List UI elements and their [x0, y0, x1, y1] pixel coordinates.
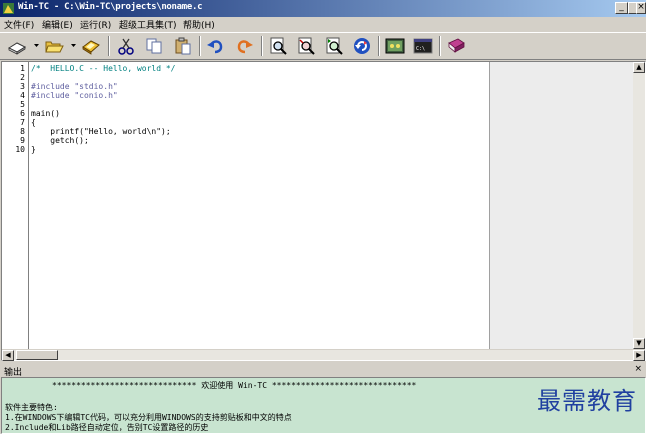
app-icon	[2, 2, 15, 15]
toolbar: C:\	[0, 32, 646, 60]
vertical-scrollbar[interactable]: ▲ ▼	[633, 62, 645, 349]
open-folder-icon[interactable]	[42, 35, 66, 57]
help-book-icon[interactable]	[444, 35, 468, 57]
line-number: 1	[20, 64, 25, 73]
line-number: 10	[15, 145, 25, 154]
new-dropdown-icon[interactable]	[34, 44, 39, 48]
line-number: 7	[20, 118, 25, 127]
console-icon[interactable]: C:\	[411, 35, 435, 57]
copy-icon[interactable]	[142, 35, 166, 57]
refresh-icon[interactable]	[350, 35, 374, 57]
line-number: 8	[20, 127, 25, 136]
menu-run[interactable]: 运行(R)	[80, 18, 111, 31]
scroll-right-button[interactable]: ▶	[633, 350, 645, 361]
line-number: 3	[20, 82, 25, 91]
find-icon[interactable]	[266, 35, 290, 57]
output-panel[interactable]: ****************************** 欢迎使用 Win-…	[1, 377, 646, 434]
undo-icon[interactable]	[204, 35, 228, 57]
toolbar-separator	[439, 36, 441, 56]
code-line[interactable]: }	[31, 145, 36, 154]
menu-help[interactable]: 帮助(H)	[183, 18, 215, 31]
scroll-down-button[interactable]: ▼	[633, 338, 645, 349]
toolbar-separator	[108, 36, 110, 56]
output-line: 2.Include和Lib路径自动定位，告别TC设置路径的历史	[5, 423, 209, 432]
gutter-divider	[28, 62, 29, 349]
toolbar-separator	[261, 36, 263, 56]
svg-text:C:\: C:\	[416, 46, 425, 52]
open-dropdown-icon[interactable]	[71, 44, 76, 48]
window-title: Win-TC - C:\Win-TC\projects\noname.c	[18, 2, 203, 12]
close-button[interactable]: ×	[636, 2, 646, 14]
horizontal-scrollbar[interactable]: ◀ ▶	[2, 349, 645, 361]
menu-tools[interactable]: 超级工具集(T)	[119, 18, 177, 31]
line-number-gutter: 1 2 3 4 5 6 7 8 9 10	[2, 62, 29, 349]
code-area[interactable]: /* HELLO.C -- Hello, world */ #include "…	[31, 64, 489, 349]
code-line[interactable]: main()	[31, 109, 60, 118]
title-bar: Win-TC - C:\Win-TC\projects\noname.c _ ×	[0, 0, 646, 17]
compile-icon[interactable]	[383, 35, 407, 57]
code-line[interactable]: getch();	[31, 136, 89, 145]
output-line: ****************************** 欢迎使用 Win-…	[52, 381, 417, 390]
code-line[interactable]: /* HELLO.C -- Hello, world */	[31, 64, 176, 73]
output-line: 1.在WINDOWS下编辑TC代码，可以充分利用WINDOWS的支持剪贴板和中文…	[5, 413, 292, 422]
line-number: 5	[20, 100, 25, 109]
line-number: 6	[20, 109, 25, 118]
find-next-icon[interactable]	[322, 35, 346, 57]
minimize-button[interactable]: _	[615, 2, 628, 14]
redo-icon[interactable]	[232, 35, 256, 57]
paste-icon[interactable]	[171, 35, 195, 57]
cut-icon[interactable]	[114, 35, 138, 57]
save-icon[interactable]	[79, 35, 103, 57]
new-file-icon[interactable]	[5, 35, 29, 57]
menu-bar: 文件(F) 编辑(E) 运行(R) 超级工具集(T) 帮助(H)	[0, 17, 646, 32]
output-line: 软件主要特色:	[5, 403, 58, 412]
watermark-logo: 最需教育	[537, 387, 637, 415]
horizontal-scroll-thumb[interactable]	[16, 350, 58, 360]
editor-right-pane	[489, 62, 633, 349]
line-number: 9	[20, 136, 25, 145]
menu-file[interactable]: 文件(F)	[4, 18, 34, 31]
code-editor[interactable]: 1 2 3 4 5 6 7 8 9 10 /* HELLO.C -- Hello…	[1, 61, 646, 361]
line-number: 2	[20, 73, 25, 82]
code-line[interactable]: {	[31, 118, 36, 127]
output-panel-header: 输出 ×	[0, 364, 646, 378]
scroll-up-button[interactable]: ▲	[633, 62, 645, 73]
code-line[interactable]: printf("Hello, world\n");	[31, 127, 170, 136]
scroll-left-button[interactable]: ◀	[2, 350, 14, 361]
replace-icon[interactable]	[294, 35, 318, 57]
output-close-icon[interactable]: ×	[634, 364, 642, 374]
toolbar-separator	[199, 36, 201, 56]
menu-edit[interactable]: 编辑(E)	[42, 18, 73, 31]
code-line[interactable]: #include "stdio.h"	[31, 82, 118, 91]
line-number: 4	[20, 91, 25, 100]
code-line[interactable]: #include "conio.h"	[31, 91, 118, 100]
toolbar-separator	[378, 36, 380, 56]
